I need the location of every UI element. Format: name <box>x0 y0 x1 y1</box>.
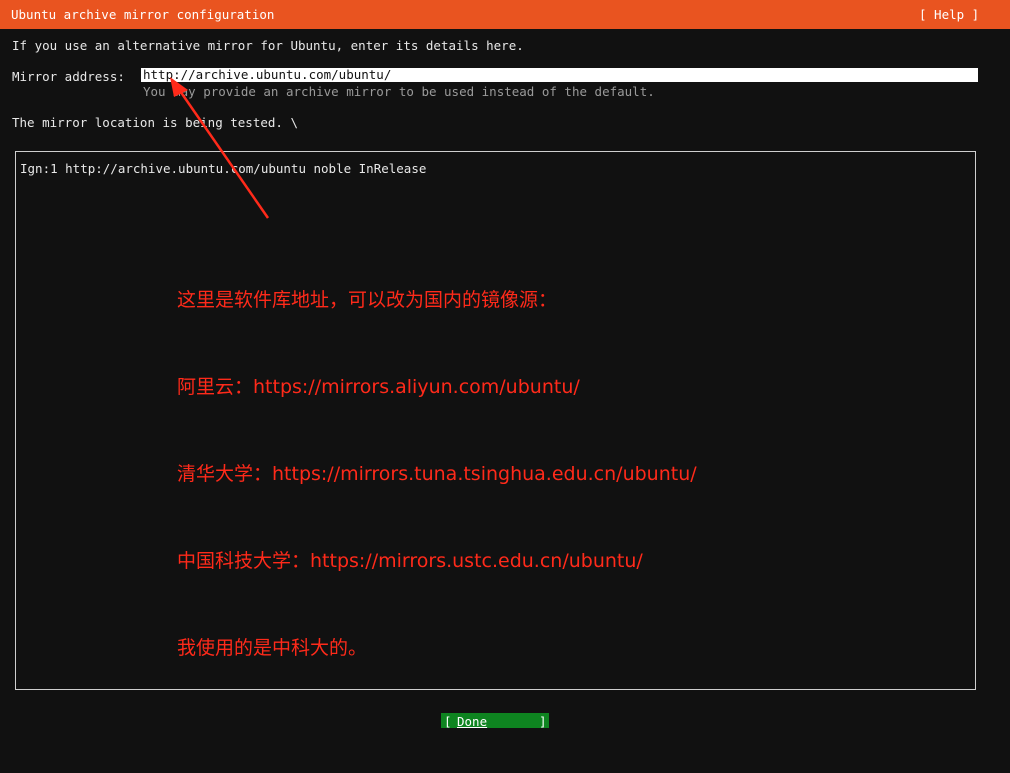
title-bar: Ubuntu archive mirror configuration [ He… <box>0 0 1010 29</box>
annotation-line: 清华大学：https://mirrors.tuna.tsinghua.edu.c… <box>177 463 697 485</box>
annotation-note: 这里是软件库地址，可以改为国内的镜像源： 阿里云：https://mirrors… <box>177 228 697 692</box>
annotation-line: 阿里云：https://mirrors.aliyun.com/ubuntu/ <box>177 376 580 398</box>
mirror-address-label: Mirror address: <box>12 69 125 84</box>
mirror-address-hint: You may provide an archive mirror to be … <box>143 84 655 99</box>
annotation-line: 中国科技大学：https://mirrors.ustc.edu.cn/ubunt… <box>177 550 643 572</box>
done-label: Done <box>457 714 488 729</box>
window-title: Ubuntu archive mirror configuration <box>11 7 275 22</box>
intro-text: If you use an alternative mirror for Ubu… <box>12 38 524 53</box>
mirror-test-status: The mirror location is being tested. \ <box>12 115 298 130</box>
done-bracket-open: [ <box>444 714 452 729</box>
annotation-line: 我使用的是中科大的。 <box>177 637 368 659</box>
mirror-address-input[interactable]: http://archive.ubuntu.com/ubuntu/ <box>141 68 978 82</box>
log-line: Ign:1 http://archive.ubuntu.com/ubuntu n… <box>20 161 427 176</box>
help-button[interactable]: [ Help ] <box>919 7 979 22</box>
done-bracket-close: ] <box>539 714 547 729</box>
done-button[interactable]: [ Done ] <box>441 713 549 729</box>
annotation-line: 这里是软件库地址，可以改为国内的镜像源： <box>177 289 558 311</box>
